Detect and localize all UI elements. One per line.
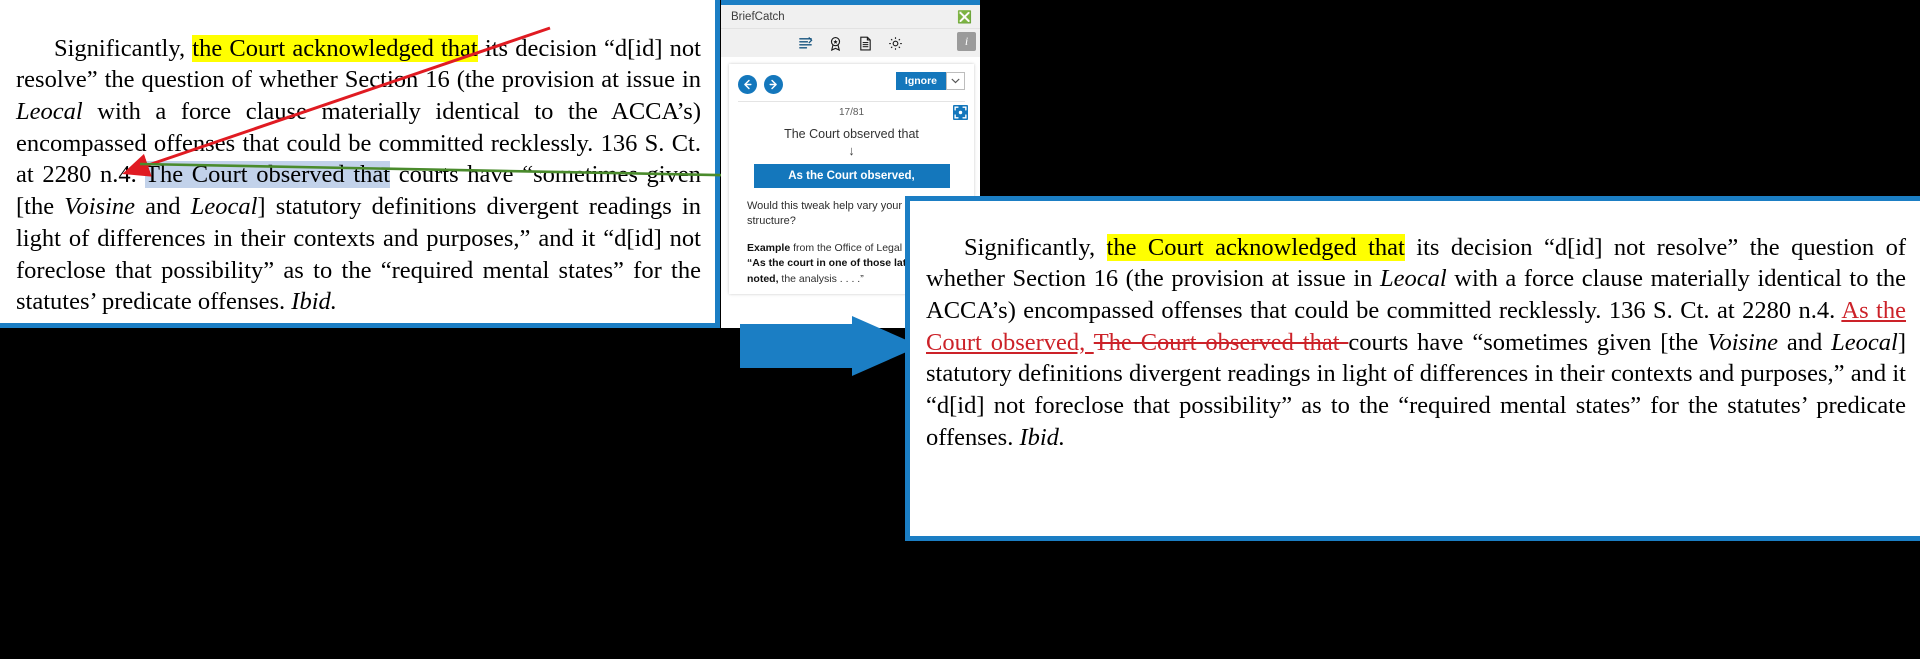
case-name-leocal-2: Leocal <box>1831 328 1898 356</box>
align-text-icon[interactable] <box>798 36 813 51</box>
briefcatch-toolbar: i <box>721 29 980 57</box>
document-after-page: Significantly, the Court acknowledged th… <box>910 201 1920 454</box>
expand-icon[interactable] <box>953 105 968 120</box>
paragraph-after: Significantly, the Court acknowledged th… <box>926 232 1906 454</box>
highlight-yellow-acknowledged: the Court acknowledged that <box>1106 233 1405 261</box>
paragraph-before: Significantly, the Court acknowledged th… <box>16 33 701 318</box>
run-text: and <box>1777 328 1832 356</box>
suggestion-counter-row: 17/81 <box>738 105 968 120</box>
info-icon[interactable]: i <box>957 32 976 51</box>
blue-flow-arrow <box>740 316 920 376</box>
original-phrase: The Court observed that <box>784 127 919 141</box>
chevron-down-icon[interactable] <box>946 72 965 90</box>
citation-ibid: Ibid. <box>291 288 337 316</box>
briefcatch-nav-row: Ignore <box>738 72 965 96</box>
arrow-down-icon: ↓ <box>848 143 855 158</box>
highlight-yellow-acknowledged: the Court acknowledged that <box>192 34 478 62</box>
arrow-right-icon[interactable] <box>764 74 783 94</box>
ignore-button[interactable]: Ignore <box>895 72 946 90</box>
highlight-blue-court-observed: The Court observed that <box>145 161 391 189</box>
suggestion-button[interactable]: As the Court observed, <box>753 164 950 188</box>
case-name-voisine: Voisine <box>64 193 136 221</box>
run-text: courts have “sometimes given [the <box>1348 328 1708 356</box>
award-ribbon-icon[interactable] <box>828 36 843 51</box>
example-quote-noted: noted, <box>747 273 779 286</box>
document-report-icon[interactable] <box>858 36 873 51</box>
suggestion-counter: 17/81 <box>838 107 865 118</box>
citation-ibid: Ibid. <box>1019 423 1066 451</box>
example-quote-rest: the analysis . . . .” <box>778 273 864 286</box>
document-before-panel: Significantly, the Court acknowledged th… <box>0 0 720 328</box>
briefcatch-title: BriefCatch <box>731 10 785 23</box>
document-after-panel: Significantly, the Court acknowledged th… <box>905 196 1920 541</box>
run-text: Significantly, <box>54 34 193 62</box>
case-name-leocal: Leocal <box>16 97 83 125</box>
case-name-voisine: Voisine <box>1707 328 1778 356</box>
case-name-leocal-2: Leocal <box>190 193 258 221</box>
briefcatch-titlebar: BriefCatch ❎ <box>721 5 980 29</box>
run-text: and <box>135 193 191 221</box>
example-label: Example <box>747 241 791 254</box>
ignore-control: Ignore <box>895 72 965 90</box>
document-before-page: Significantly, the Court acknowledged th… <box>0 0 715 318</box>
gear-icon[interactable] <box>888 36 903 51</box>
case-name-leocal: Leocal <box>1379 265 1447 293</box>
run-text: Significantly, <box>964 233 1107 261</box>
tracked-deletion: The Court observed that <box>1093 328 1349 356</box>
arrow-left-icon[interactable] <box>738 74 757 94</box>
card-divider <box>738 101 965 102</box>
close-icon[interactable]: ❎ <box>957 11 972 23</box>
